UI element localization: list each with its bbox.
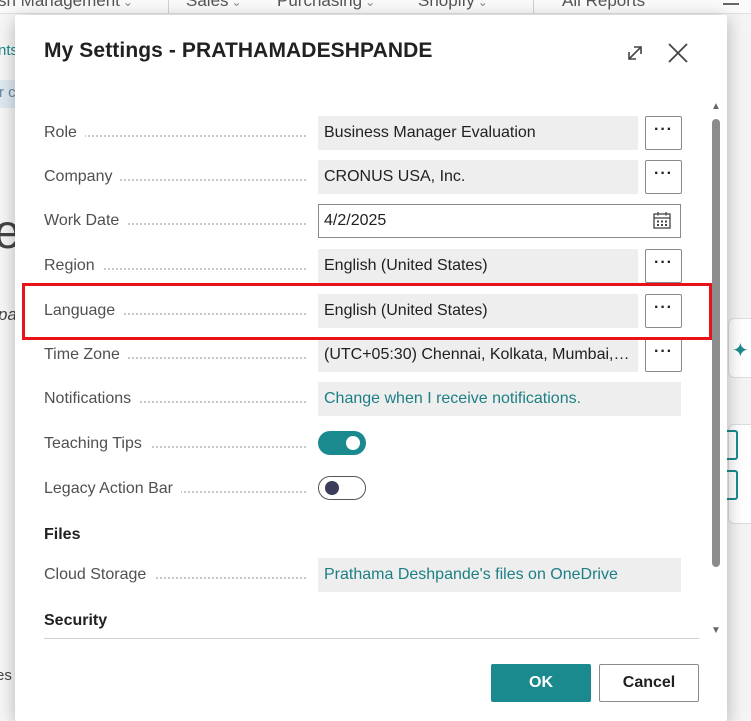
chevron-down-icon: ⌄ (365, 0, 376, 9)
nav-item-cash-management[interactable]: sh Management ⌄ (0, 0, 133, 11)
language-lookup-button[interactable]: ··· (645, 294, 682, 328)
scroll-up-arrow-icon[interactable]: ▲ (710, 101, 722, 113)
time-zone-label: Time Zone (44, 346, 128, 364)
role-field[interactable]: Business Manager Evaluation (318, 116, 638, 150)
legacy-action-bar-label: Legacy Action Bar (44, 480, 181, 498)
company-field[interactable]: CRONUS USA, Inc. (318, 160, 638, 194)
region-row: Region English (United States) ··· (44, 249, 684, 285)
time-zone-lookup-button[interactable]: ··· (645, 338, 682, 372)
work-date-input[interactable]: 4/2/2025 (318, 204, 681, 238)
time-zone-row: Time Zone (UTC+05:30) Chennai, Kolkata, … (44, 338, 684, 374)
cloud-storage-row: Cloud Storage Prathama Deshpande's files… (44, 558, 684, 594)
my-settings-dialog: My Settings - PRATHAMADESHPANDE Role Bus… (15, 15, 727, 721)
work-date-label: Work Date (44, 212, 128, 230)
notifications-label: Notifications (44, 390, 140, 408)
chevron-down-icon: ⌄ (477, 0, 488, 9)
background-top-nav: sh Management ⌄ Sales ⌄ Purchasing ⌄ Shopif… (0, 0, 751, 14)
language-field[interactable]: English (United States) (318, 294, 638, 328)
legacy-action-bar-row: Legacy Action Bar (44, 472, 684, 508)
company-lookup-button[interactable]: ··· (645, 160, 682, 194)
role-row: Role Business Manager Evaluation ··· (44, 116, 684, 152)
section-divider (44, 638, 699, 639)
calendar-icon[interactable] (653, 212, 671, 229)
cloud-storage-label: Cloud Storage (44, 566, 155, 584)
vertical-scrollbar[interactable]: ▲ ▼ (710, 101, 722, 637)
legacy-action-bar-toggle[interactable] (318, 476, 366, 500)
more-options-icon: ··· (654, 253, 673, 271)
hamburger-menu-icon[interactable] (723, 0, 739, 8)
security-section-heading: Security (44, 612, 108, 629)
language-label: Language (44, 302, 124, 320)
nav-divider (168, 0, 169, 13)
work-date-value: 4/2/2025 (324, 212, 387, 229)
chevron-down-icon: ⌄ (231, 0, 242, 9)
chevron-down-icon: ⌄ (122, 0, 133, 9)
time-zone-field[interactable]: (UTC+05:30) Chennai, Kolkata, Mumbai, Ne… (318, 338, 638, 372)
background-text-fragment: es (0, 667, 12, 684)
nav-item-label: sh Management (0, 0, 120, 10)
nav-item-sales[interactable]: Sales ⌄ (186, 0, 242, 11)
more-options-icon: ··· (654, 342, 673, 360)
close-icon[interactable] (664, 39, 692, 67)
cloud-storage-link[interactable]: Prathama Deshpande's files on OneDrive (318, 558, 681, 592)
nav-item-shopify[interactable]: Shopify ⌄ (418, 0, 488, 11)
files-section-heading: Files (44, 526, 81, 543)
ok-button[interactable]: OK (491, 664, 591, 702)
region-label: Region (44, 257, 103, 275)
nav-item-label: Purchasing (277, 0, 363, 10)
notifications-link[interactable]: Change when I receive notifications. (318, 382, 681, 416)
scroll-down-arrow-icon[interactable]: ▼ (710, 625, 722, 637)
region-lookup-button[interactable]: ··· (645, 249, 682, 283)
copilot-sparkle-icon: ✦ (732, 340, 749, 362)
nav-item-label: Shopify (418, 0, 475, 10)
expand-icon[interactable] (621, 39, 649, 67)
role-label: Role (44, 124, 85, 142)
company-label: Company (44, 168, 121, 186)
background-text-fragment: r c (0, 84, 16, 101)
settings-form: Role Business Manager Evaluation ··· Com… (15, 107, 727, 639)
nav-item-all-reports[interactable]: All Reports (562, 0, 645, 11)
cancel-button[interactable]: Cancel (599, 664, 699, 702)
company-row: Company CRONUS USA, Inc. ··· (44, 160, 684, 196)
work-date-row: Work Date 4/2/2025 (44, 204, 684, 240)
more-options-icon: ··· (654, 164, 673, 182)
teaching-tips-toggle[interactable] (318, 431, 366, 455)
more-options-icon: ··· (654, 120, 673, 138)
nav-item-purchasing[interactable]: Purchasing ⌄ (277, 0, 375, 11)
teaching-tips-row: Teaching Tips (44, 427, 684, 463)
scrollbar-thumb[interactable] (712, 119, 720, 567)
more-options-icon: ··· (654, 298, 673, 316)
notifications-row: Notifications Change when I receive noti… (44, 382, 684, 418)
toggle-knob (325, 481, 339, 495)
language-row: Language English (United States) ··· (44, 294, 684, 330)
role-lookup-button[interactable]: ··· (645, 116, 682, 150)
region-field[interactable]: English (United States) (318, 249, 638, 283)
nav-divider (533, 0, 534, 13)
toggle-knob (346, 436, 360, 450)
nav-item-label: Sales (186, 0, 229, 10)
teaching-tips-label: Teaching Tips (44, 435, 150, 453)
dialog-title: My Settings - PRATHAMADESHPANDE (44, 39, 433, 62)
